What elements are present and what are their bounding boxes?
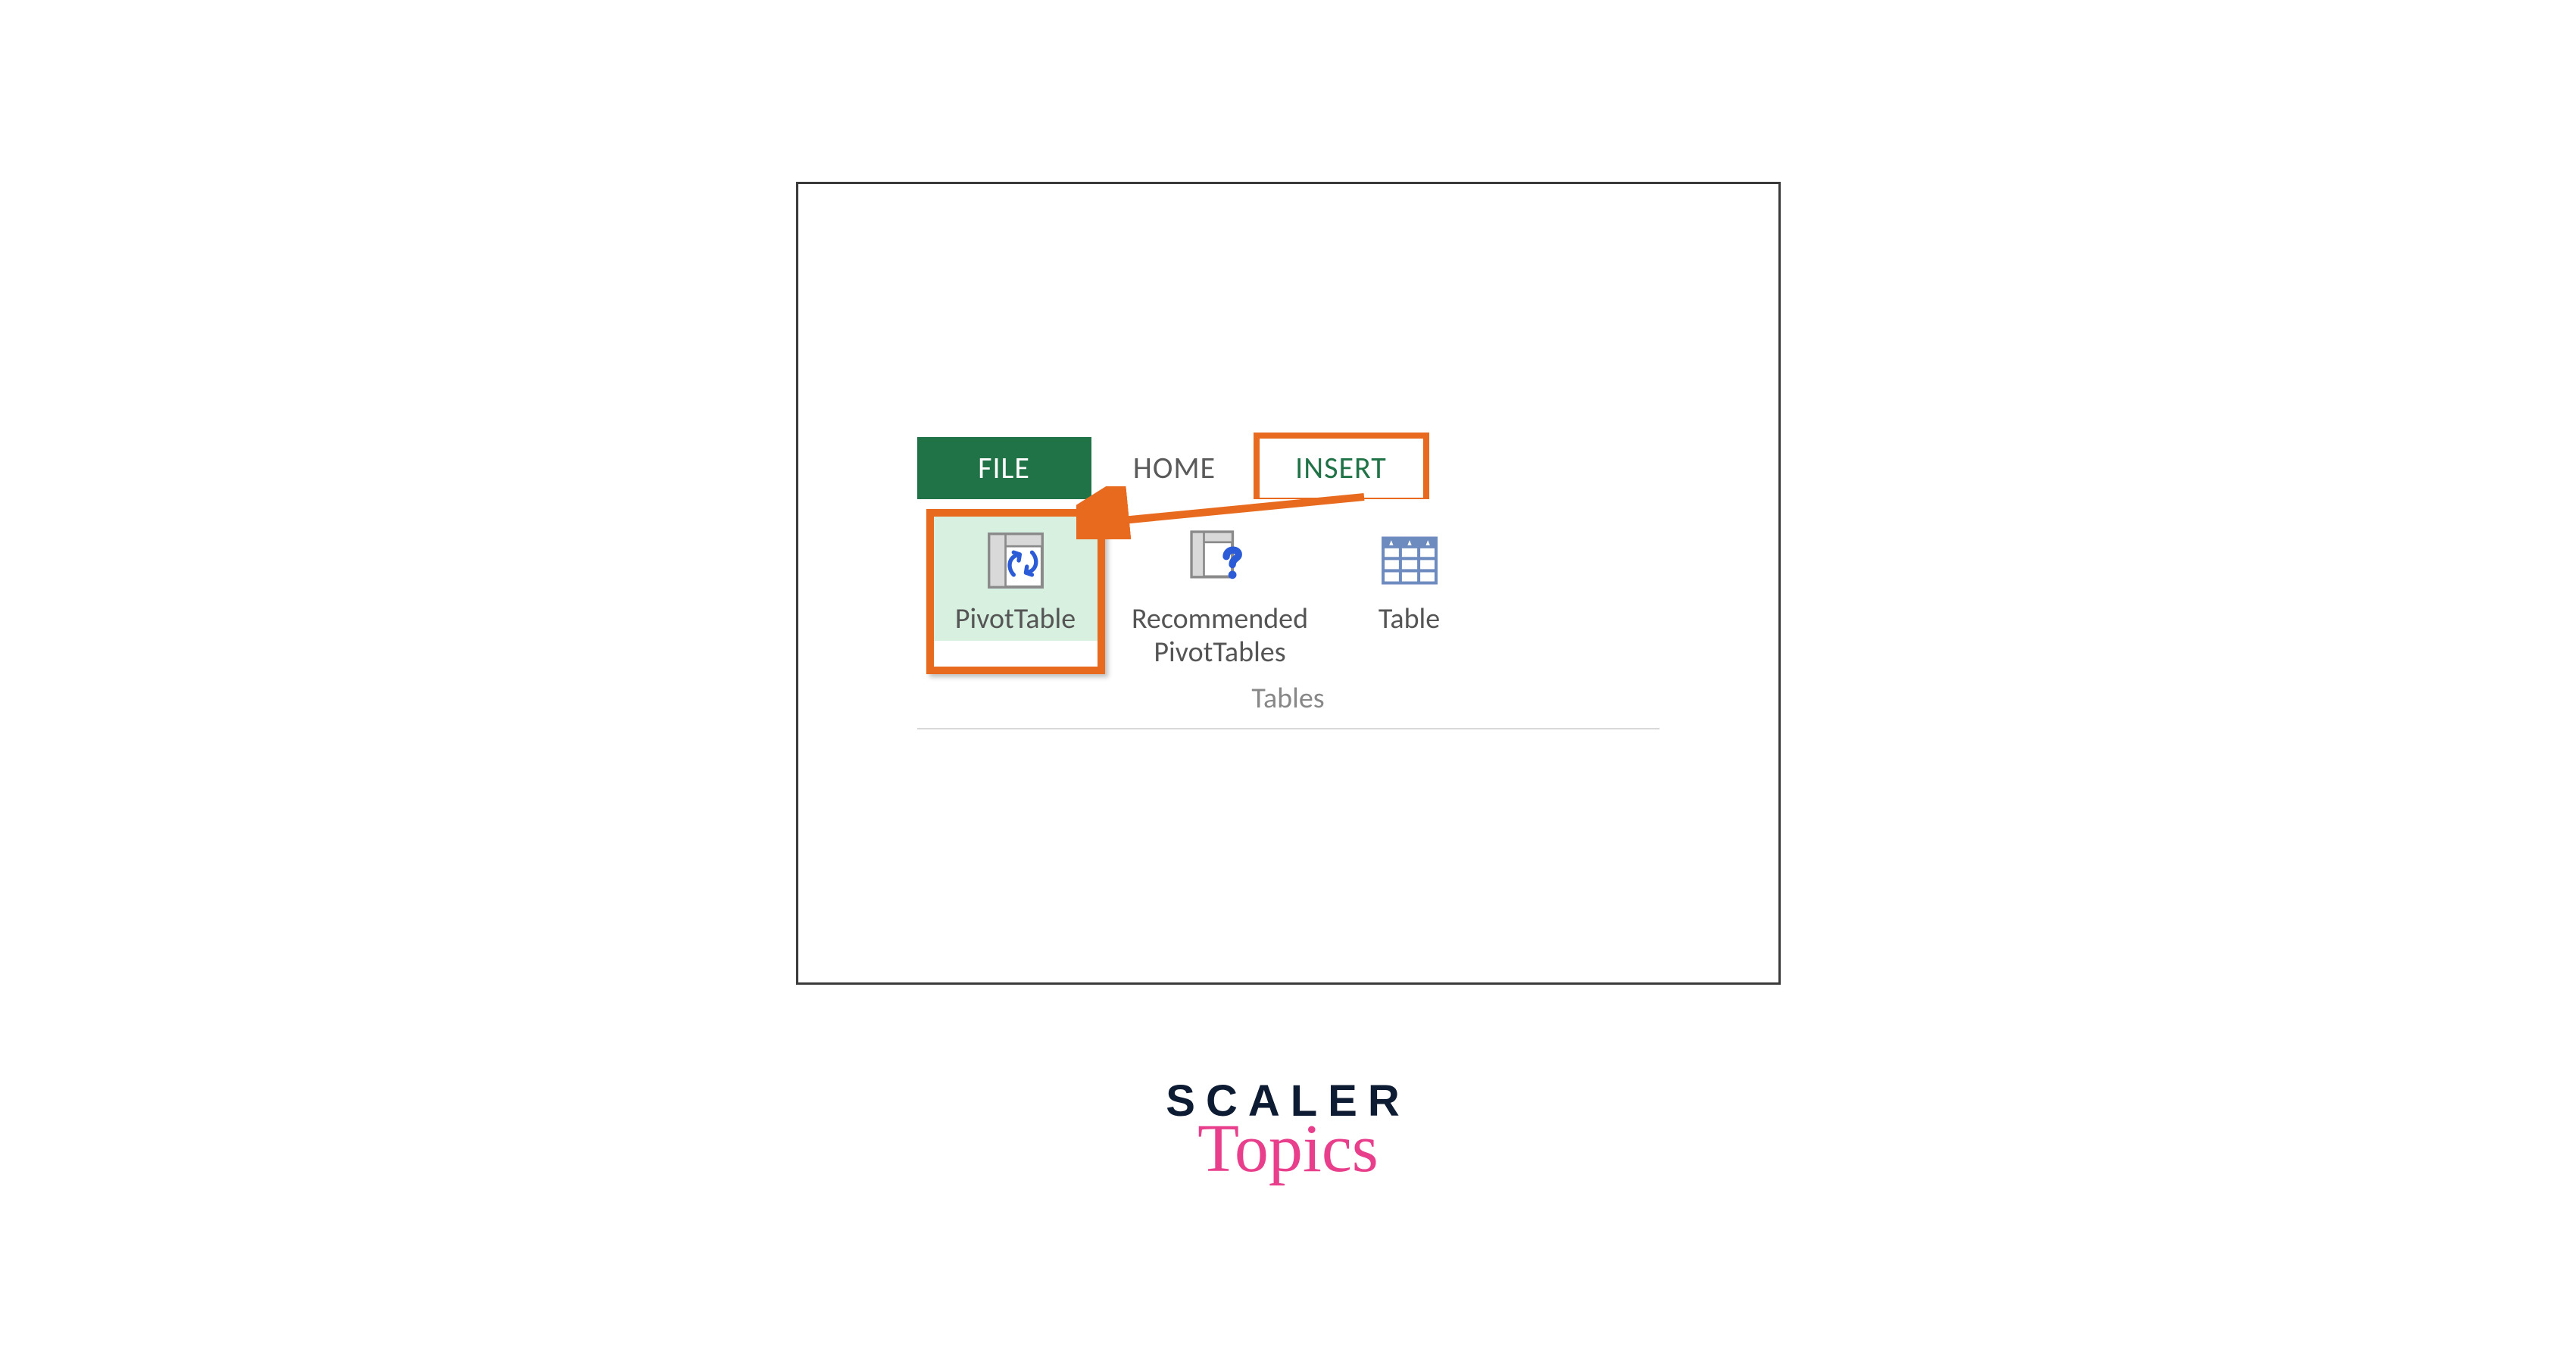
pivottable-button[interactable]: PivotTable bbox=[932, 515, 1099, 641]
tab-file[interactable]: FILE bbox=[917, 437, 1091, 499]
table-icon bbox=[1372, 523, 1447, 598]
ribbon-group-caption: Tables bbox=[917, 673, 1660, 720]
brand-line2: Topics bbox=[1197, 1110, 1379, 1188]
scaler-topics-logo: SCALER Topics bbox=[1166, 1076, 1410, 1188]
ribbon-body: PivotTable Recommended Pivot bbox=[917, 499, 1660, 729]
ribbon-tabs: FILE HOME INSERT bbox=[917, 437, 1660, 499]
tab-home[interactable]: HOME bbox=[1091, 437, 1258, 499]
screenshot-frame: FILE HOME INSERT bbox=[796, 182, 1781, 985]
ribbon-group-tables: PivotTable Recommended Pivot bbox=[917, 500, 1660, 673]
recommended-pivottables-label: Recommended PivotTables bbox=[1132, 603, 1308, 669]
pivottable-label: PivotTable bbox=[955, 603, 1076, 636]
table-button[interactable]: Table bbox=[1341, 515, 1478, 641]
recommended-pivot-icon bbox=[1182, 523, 1258, 598]
pivot-table-icon bbox=[978, 523, 1054, 598]
excel-ribbon: FILE HOME INSERT bbox=[917, 437, 1660, 729]
table-label: Table bbox=[1379, 603, 1440, 636]
tab-insert[interactable]: INSERT bbox=[1258, 437, 1425, 499]
tab-insert-label: INSERT bbox=[1295, 449, 1387, 486]
recommended-pivottables-button[interactable]: Recommended PivotTables bbox=[1107, 515, 1334, 673]
